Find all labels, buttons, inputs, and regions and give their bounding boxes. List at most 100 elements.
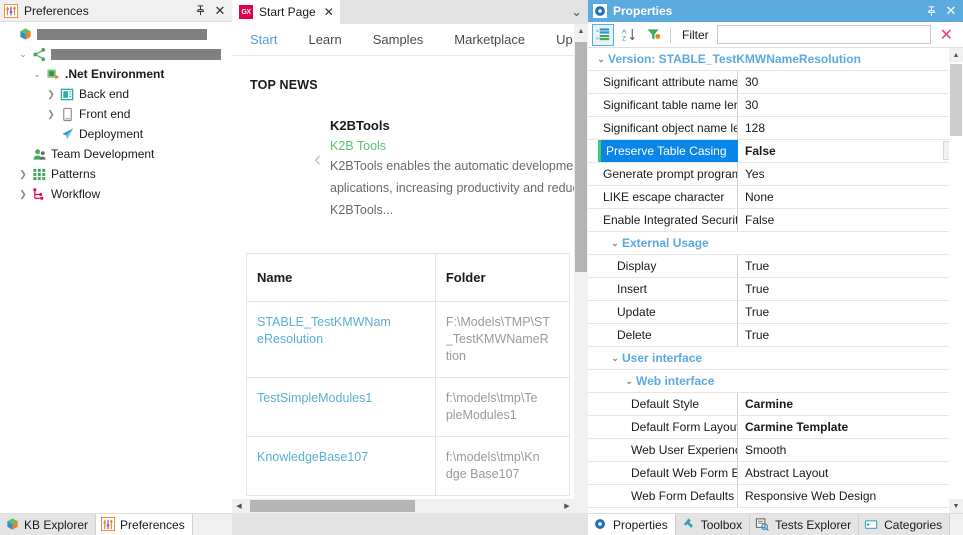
filter-input[interactable] <box>716 25 931 44</box>
property-value[interactable]: Smooth <box>738 439 963 461</box>
filter-funnel-icon[interactable] <box>642 24 664 46</box>
kb-name-cell[interactable]: TestSimpleModules1 <box>247 378 436 436</box>
property-name[interactable]: LIKE escape character <box>598 186 738 208</box>
categorized-view-icon[interactable]: > > <box>592 23 614 46</box>
property-value[interactable]: Responsive Web Design <box>738 485 963 507</box>
start-page-horizontal-scrollbar[interactable]: ◀ ▶ <box>232 499 588 513</box>
property-value[interactable]: 30 <box>738 94 963 116</box>
tree-item-deployment[interactable]: Deployment <box>0 124 232 144</box>
close-icon[interactable]: ✕ <box>941 1 961 21</box>
property-name[interactable]: Display <box>612 255 738 277</box>
property-name[interactable]: Preserve Table Casing <box>598 140 738 162</box>
property-value[interactable]: 30 <box>738 71 963 93</box>
chevron-right-icon[interactable]: ❯ <box>16 189 30 199</box>
property-name[interactable]: Default Style <box>626 393 738 415</box>
property-row-generate-prompt-program[interactable]: Generate prompt program Yes <box>588 163 963 186</box>
dock-tab-categories[interactable]: Categories <box>859 514 951 535</box>
chevron-down-icon[interactable]: ⌄ <box>594 54 608 65</box>
property-row-insert[interactable]: Insert True <box>588 278 963 301</box>
property-name[interactable]: Delete <box>612 324 738 346</box>
property-row-display[interactable]: Display True <box>588 255 963 278</box>
property-value[interactable]: True <box>738 278 963 300</box>
sort-alphabetical-icon[interactable]: A Z <box>617 24 639 46</box>
property-name[interactable]: Significant attribute name <box>598 71 738 93</box>
property-name[interactable]: Web User Experience <box>626 439 738 461</box>
dock-tab-toolbox[interactable]: Toolbox <box>675 514 751 535</box>
scroll-up-arrow-icon[interactable]: ▲ <box>949 48 963 62</box>
scrollbar-thumb[interactable] <box>950 64 962 136</box>
property-row-enable-integrated-security[interactable]: Enable Integrated Security False <box>588 209 963 232</box>
property-row-delete[interactable]: Delete True <box>588 324 963 347</box>
chevron-down-icon[interactable]: ⌄ <box>571 4 582 20</box>
chevron-left-icon[interactable]: ‹ <box>314 146 321 172</box>
kb-name-link[interactable]: TestSimpleModules1 <box>257 390 425 407</box>
scrollbar-thumb[interactable] <box>575 42 587 272</box>
property-name[interactable]: Update <box>612 301 738 323</box>
chevron-right-icon[interactable]: ❯ <box>44 109 58 119</box>
property-name[interactable]: Significant table name leng <box>598 94 738 116</box>
property-row-preserve-table-casing[interactable]: Preserve Table CasingFalse⌄ <box>588 140 963 163</box>
property-value[interactable]: True <box>738 301 963 323</box>
property-row-default-style[interactable]: Default Style Carmine <box>588 393 963 416</box>
table-row[interactable]: STABLE_TestKMWNam eResolution F:\Models\TM… <box>247 302 569 378</box>
column-header-name[interactable]: Name <box>247 254 436 301</box>
property-row-web-user-experience[interactable]: Web User Experience Smooth <box>588 439 963 462</box>
kb-name-cell[interactable]: KnowledgeBase107 <box>247 437 436 495</box>
property-value[interactable]: Yes <box>738 163 963 185</box>
property-name[interactable]: Default Web Form Edi <box>626 462 738 484</box>
property-group-version-stable-testkmwnameresolution[interactable]: ⌄ Version: STABLE_TestKMWNameResolution <box>588 48 963 71</box>
news-item[interactable]: K2BTools K2B Tools K2BTools enables the … <box>232 118 588 219</box>
property-group-web-interface[interactable]: ⌄ Web interface <box>588 370 963 393</box>
properties-vertical-scrollbar[interactable]: ▲ ▼ <box>949 48 963 513</box>
property-row-like-escape-character[interactable]: LIKE escape character None <box>588 186 963 209</box>
kb-name-link[interactable]: KnowledgeBase107 <box>257 449 425 466</box>
chevron-down-icon[interactable]: ⌄ <box>608 238 622 249</box>
dock-tab-preferences[interactable]: Preferences <box>96 514 193 535</box>
table-row[interactable]: KnowledgeBase107 f:\models\tmp\Kn dge Base… <box>247 437 569 496</box>
property-row-significant-object-name-ler[interactable]: Significant object name ler 128 <box>588 117 963 140</box>
scroll-right-arrow-icon[interactable]: ▶ <box>560 499 574 513</box>
start-page-nav-marketplace[interactable]: Marketplace <box>454 32 542 47</box>
chevron-right-icon[interactable]: ❯ <box>16 169 30 179</box>
tree-item-workflow[interactable]: ❯ Workflow <box>0 184 232 204</box>
chevron-down-icon[interactable]: ⌄ <box>30 69 44 79</box>
scroll-down-arrow-icon[interactable]: ▼ <box>949 499 963 513</box>
property-name[interactable]: Significant object name ler <box>598 117 738 139</box>
scrollbar-thumb[interactable] <box>250 500 415 512</box>
property-name[interactable]: Generate prompt program <box>598 163 738 185</box>
kb-name-cell[interactable]: STABLE_TestKMWNam eResolution <box>247 302 436 377</box>
scroll-up-arrow-icon[interactable]: ▲ <box>574 24 588 38</box>
property-row-default-web-form-edi[interactable]: Default Web Form Edi Abstract Layout <box>588 462 963 485</box>
kb-name-link[interactable]: STABLE_TestKMWNam <box>257 314 425 331</box>
property-row-default-form-layout[interactable]: Default Form Layout Carmine Template <box>588 416 963 439</box>
property-row-significant-attribute-name[interactable]: Significant attribute name 30 <box>588 71 963 94</box>
chevron-down-icon[interactable]: ⌄ <box>622 376 636 387</box>
tree-item-patterns[interactable]: ❯ Patterns <box>0 164 232 184</box>
property-row-significant-table-name-leng[interactable]: Significant table name leng 30 <box>588 94 963 117</box>
dock-tab-properties[interactable]: Properties <box>588 514 676 535</box>
property-name[interactable]: Enable Integrated Security <box>598 209 738 231</box>
tree-item-redacted[interactable] <box>0 24 232 44</box>
property-value[interactable]: Abstract Layout <box>738 462 963 484</box>
start-page-nav-learn[interactable]: Learn <box>308 32 358 47</box>
property-value[interactable]: True <box>738 255 963 277</box>
chevron-down-icon[interactable]: ⌄ <box>608 353 622 364</box>
property-value[interactable]: False <box>738 209 963 231</box>
tree-item-front-end[interactable]: ❯ Front end <box>0 104 232 124</box>
property-group-user-interface[interactable]: ⌄ User interface <box>588 347 963 370</box>
start-page-nav-start[interactable]: Start <box>250 32 294 47</box>
clear-x-icon[interactable]: ✕ <box>934 25 959 45</box>
tree-item-back-end[interactable]: ❯ Back end <box>0 84 232 104</box>
property-value[interactable]: False⌄ <box>738 140 963 162</box>
property-value[interactable]: Carmine Template <box>738 416 963 438</box>
chevron-right-icon[interactable]: ❯ <box>44 89 58 99</box>
close-icon[interactable]: ✕ <box>324 5 334 19</box>
property-value[interactable]: Carmine <box>738 393 963 415</box>
dock-tab-kb-explorer[interactable]: KB Explorer <box>0 514 97 535</box>
start-page-nav-samples[interactable]: Samples <box>373 32 441 47</box>
property-value[interactable]: None <box>738 186 963 208</box>
column-header-folder[interactable]: Folder <box>436 254 569 301</box>
chevron-down-icon[interactable]: ⌄ <box>16 49 30 59</box>
pin-icon[interactable] <box>921 1 941 21</box>
pin-icon[interactable] <box>190 1 210 21</box>
